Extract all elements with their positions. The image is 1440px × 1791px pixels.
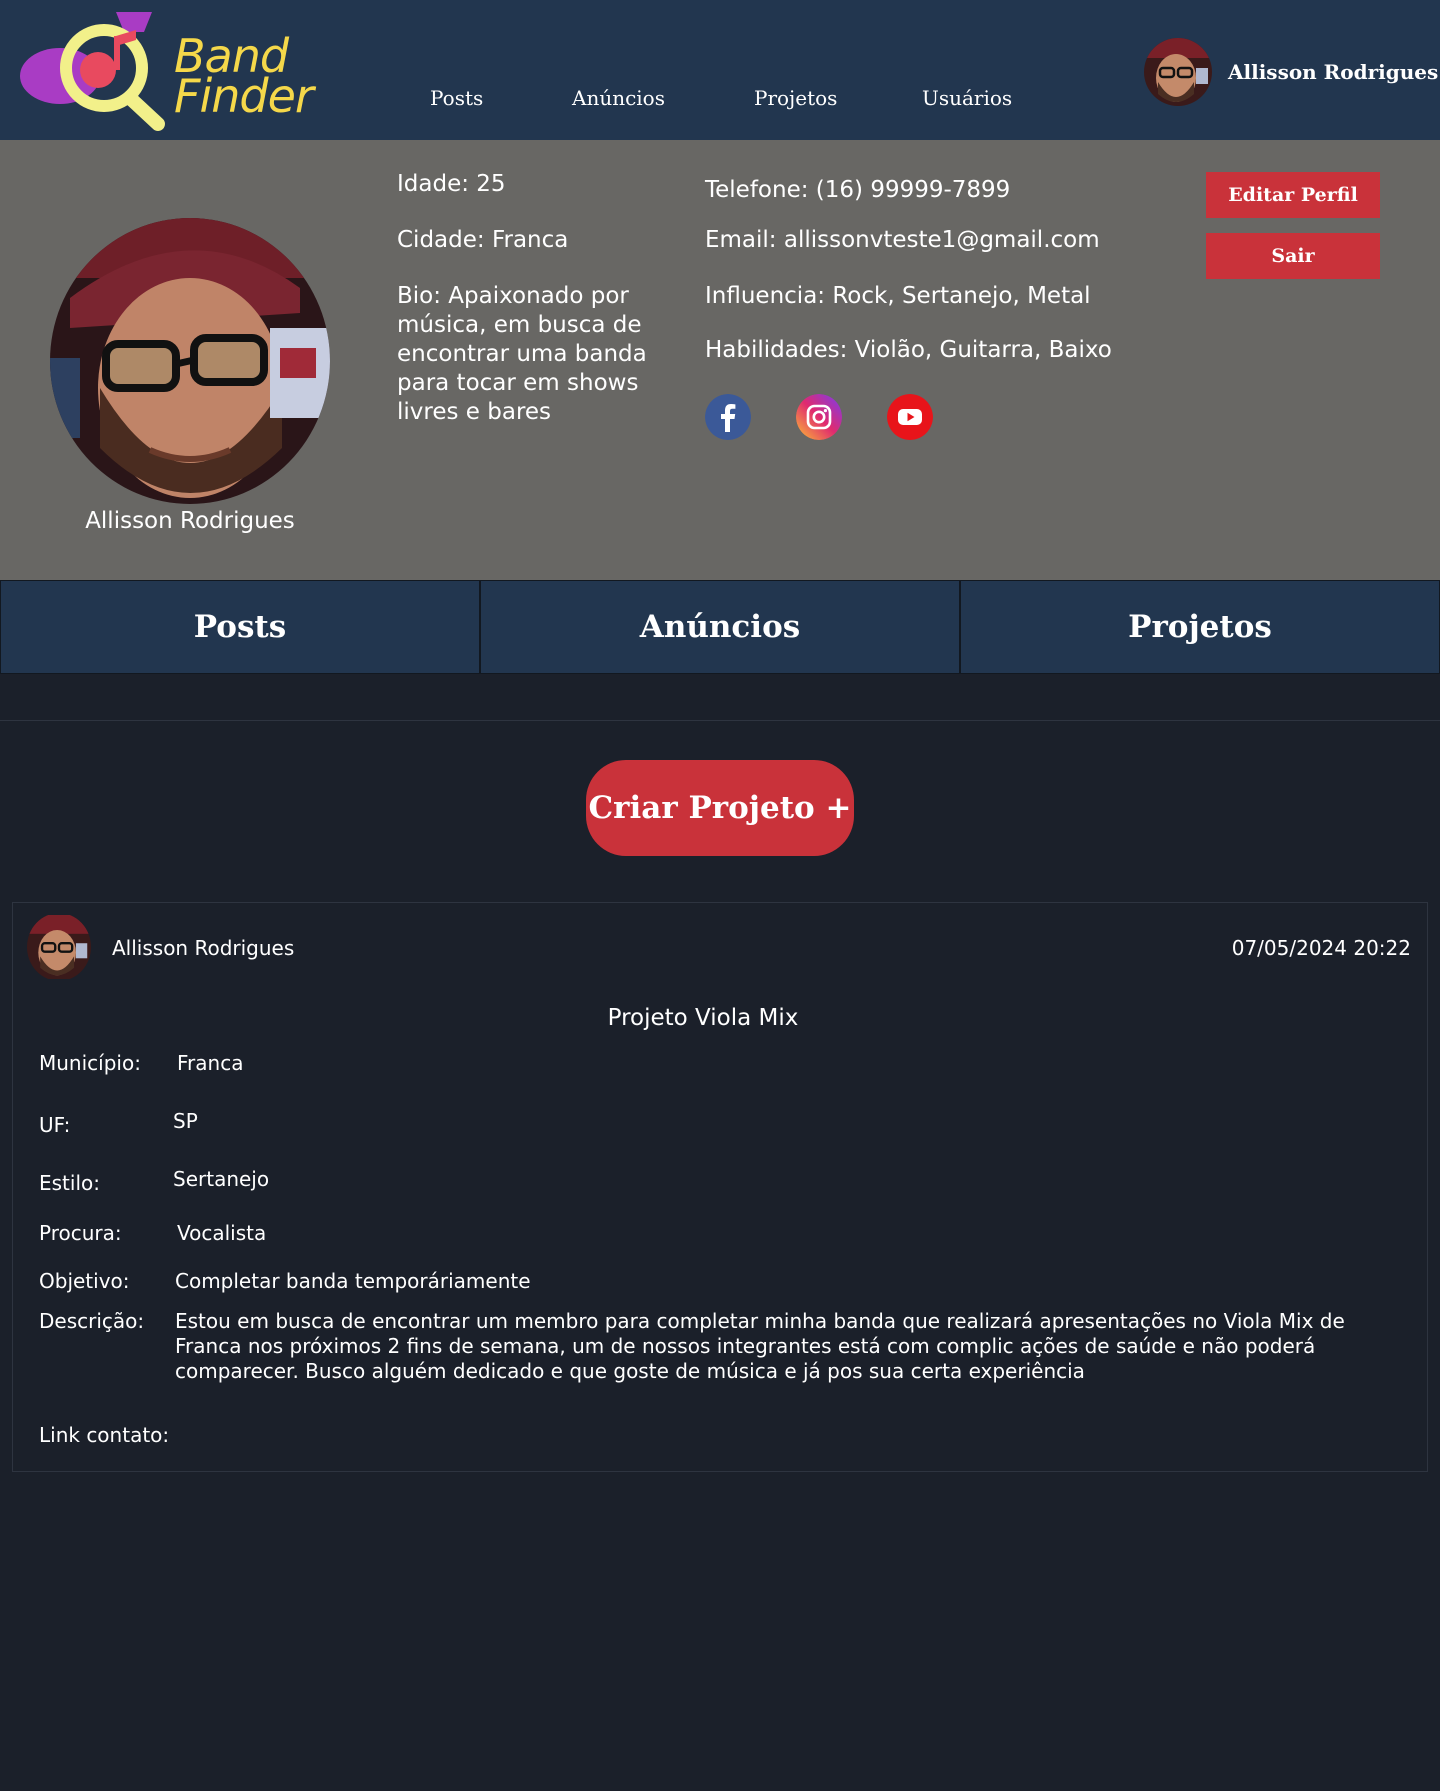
- goal-label: Objetivo:: [39, 1269, 130, 1293]
- uf-label: UF:: [39, 1113, 71, 1137]
- card-author-name[interactable]: Allisson Rodrigues: [112, 936, 294, 960]
- logout-button[interactable]: Sair: [1206, 233, 1380, 279]
- city-label: Município:: [39, 1051, 141, 1075]
- facebook-icon[interactable]: [705, 394, 751, 440]
- create-project-button[interactable]: Criar Projeto +: [586, 760, 854, 856]
- profile-avatar: [50, 218, 330, 504]
- goal-value: Completar banda temporáriamente: [175, 1269, 531, 1293]
- user-photo-icon: [1144, 38, 1212, 106]
- nav-projetos[interactable]: Projetos: [754, 86, 837, 110]
- tab-posts[interactable]: Posts: [0, 580, 480, 674]
- nav-posts[interactable]: Posts: [430, 86, 483, 110]
- logo-text: Band Finder: [174, 29, 314, 123]
- tab-projetos[interactable]: Projetos: [960, 580, 1440, 674]
- profile-photo-icon: [50, 218, 330, 504]
- bandfinder-logo[interactable]: Band Finder: [18, 6, 314, 136]
- project-title: Projeto Viola Mix: [607, 1005, 799, 1031]
- contact-label: Link contato:: [39, 1423, 170, 1447]
- project-card: Allisson Rodrigues 07/05/2024 20:22 Proj…: [12, 902, 1428, 1472]
- nav-anuncios[interactable]: Anúncios: [572, 86, 665, 110]
- header-avatar[interactable]: [1144, 38, 1212, 106]
- profile-influences: Influencia: Rock, Sertanejo, Metal: [705, 283, 1091, 309]
- description-label: Descrição:: [39, 1309, 145, 1333]
- card-author-avatar[interactable]: [27, 913, 91, 981]
- profile-panel: Allisson Rodrigues Idade: 25 Cidade: Fra…: [0, 140, 1440, 580]
- uf-value: SP: [173, 1109, 198, 1133]
- tab-anuncios[interactable]: Anúncios: [480, 580, 960, 674]
- profile-age: Idade: 25: [397, 171, 506, 197]
- profile-city: Cidade: Franca: [397, 227, 569, 253]
- profile-name: Allisson Rodrigues: [85, 508, 295, 534]
- user-photo-icon: [27, 915, 91, 979]
- profile-email: Email: allissonvteste1@gmail.com: [705, 227, 1100, 253]
- card-date: 07/05/2024 20:22: [1231, 936, 1411, 960]
- nav-usuarios[interactable]: Usuários: [922, 86, 1012, 110]
- instagram-icon[interactable]: [796, 394, 842, 440]
- top-navbar: Band Finder Posts Anúncios Projetos Usuá…: [0, 0, 1440, 140]
- section-divider: [0, 720, 1440, 721]
- profile-tabs: Posts Anúncios Projetos: [0, 580, 1440, 674]
- youtube-icon[interactable]: [887, 394, 933, 440]
- profile-bio: Bio: Apaixonado por música, em busca de …: [397, 283, 647, 425]
- style-label: Estilo:: [39, 1171, 100, 1195]
- edit-profile-button[interactable]: Editar Perfil: [1206, 172, 1380, 218]
- style-value: Sertanejo: [173, 1167, 270, 1191]
- profile-phone: Telefone: (16) 99999-7899: [705, 177, 1011, 203]
- description-value: Estou em busca de encontrar um membro pa…: [175, 1309, 1345, 1383]
- header-user-name[interactable]: Allisson Rodrigues: [1228, 60, 1438, 84]
- seeking-label: Procura:: [39, 1221, 122, 1245]
- seeking-value: Vocalista: [177, 1221, 267, 1245]
- profile-skills: Habilidades: Violão, Guitarra, Baixo: [705, 337, 1112, 363]
- city-value: Franca: [177, 1051, 244, 1075]
